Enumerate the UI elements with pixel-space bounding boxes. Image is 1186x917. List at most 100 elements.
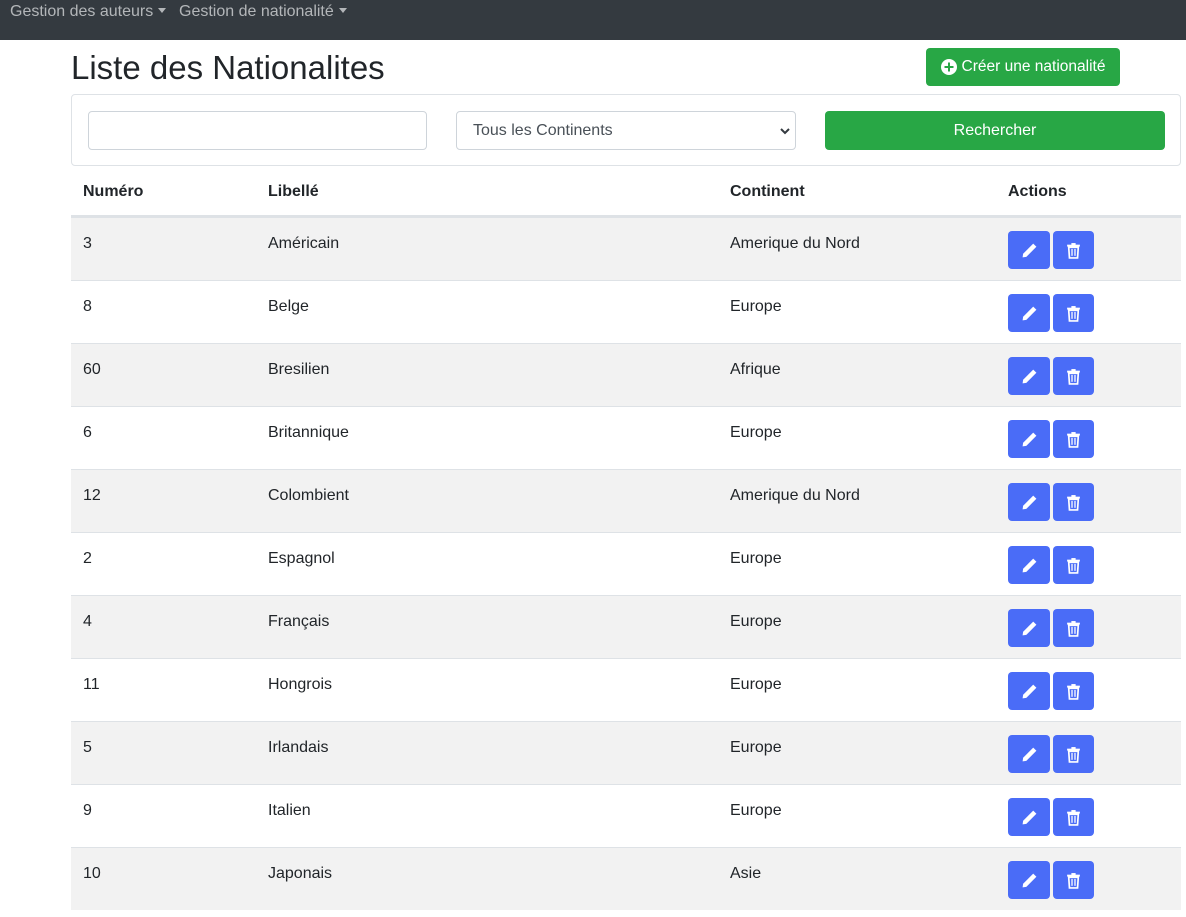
pencil-icon [1021, 746, 1038, 763]
trash-icon [1065, 746, 1082, 763]
cell-numero: 4 [83, 613, 92, 630]
pencil-icon [1021, 368, 1038, 385]
chevron-down-icon [780, 128, 790, 135]
edit-button[interactable] [1008, 357, 1050, 395]
delete-button[interactable] [1053, 483, 1094, 521]
cell-libelle: Irlandais [268, 739, 329, 756]
cell-continent: Amerique du Nord [730, 235, 860, 252]
delete-button[interactable] [1053, 546, 1094, 584]
delete-button[interactable] [1053, 672, 1094, 710]
pencil-icon [1021, 872, 1038, 889]
caret-down-icon [338, 8, 347, 13]
header-continent: Continent [730, 183, 805, 200]
nav-gestion-nationalite-label: Gestion de nationalité [179, 3, 334, 20]
search-card: Tous les Continents Rechercher [71, 94, 1181, 166]
delete-button[interactable] [1053, 294, 1094, 332]
cell-continent: Europe [730, 550, 782, 567]
delete-button[interactable] [1053, 609, 1094, 647]
trash-icon [1065, 431, 1082, 448]
trash-icon [1065, 683, 1082, 700]
cell-continent: Asie [730, 865, 762, 882]
cell-libelle: Américain [268, 235, 340, 252]
cell-libelle: Belge [268, 298, 309, 315]
edit-button[interactable] [1008, 672, 1050, 710]
cell-numero: 12 [83, 487, 101, 504]
cell-libelle: Bresilien [268, 361, 330, 378]
edit-button[interactable] [1008, 861, 1050, 899]
cell-continent: Europe [730, 676, 782, 693]
pencil-icon [1021, 305, 1038, 322]
edit-button[interactable] [1008, 420, 1050, 458]
trash-icon [1065, 368, 1082, 385]
trash-icon [1065, 557, 1082, 574]
table-row: 10 Japonais Asie [71, 847, 1181, 910]
edit-button[interactable] [1008, 483, 1050, 521]
table-row: 2 Espagnol Europe [71, 532, 1181, 595]
pencil-icon [1021, 242, 1038, 259]
cell-continent: Amerique du Nord [730, 487, 860, 504]
cell-continent: Europe [730, 613, 782, 630]
nav-gestion-auteurs-dropdown[interactable]: Gestion des auteurs [10, 3, 167, 21]
edit-button[interactable] [1008, 231, 1050, 269]
continent-select-value: Tous les Continents [473, 121, 613, 139]
top-navbar: Gestion des auteurs Gestion de nationali… [0, 0, 1186, 40]
header-libelle: Libellé [268, 183, 319, 200]
cell-continent: Europe [730, 802, 782, 819]
cell-numero: 5 [83, 739, 92, 756]
cell-numero: 8 [83, 298, 92, 315]
delete-button[interactable] [1053, 798, 1094, 836]
cell-libelle: Colombient [268, 487, 349, 504]
delete-button[interactable] [1053, 231, 1094, 269]
pencil-icon [1021, 431, 1038, 448]
search-input[interactable] [88, 111, 427, 150]
header-numero: Numéro [83, 183, 144, 200]
search-button[interactable]: Rechercher [825, 111, 1165, 150]
cell-continent: Europe [730, 298, 782, 315]
pencil-icon [1021, 809, 1038, 826]
table-row: 6 Britannique Europe [71, 406, 1181, 469]
pencil-icon [1021, 494, 1038, 511]
cell-numero: 6 [83, 424, 92, 441]
table-header-row: Numéro Libellé Continent Actions [71, 167, 1181, 217]
trash-icon [1065, 872, 1082, 889]
table-row: 8 Belge Europe [71, 280, 1181, 343]
nav-gestion-nationalite-dropdown[interactable]: Gestion de nationalité [179, 3, 347, 21]
trash-icon [1065, 620, 1082, 637]
table-row: 5 Irlandais Europe [71, 721, 1181, 784]
edit-button[interactable] [1008, 798, 1050, 836]
search-button-label: Rechercher [953, 121, 1037, 139]
table-row: 11 Hongrois Europe [71, 658, 1181, 721]
cell-libelle: Britannique [268, 424, 349, 441]
edit-button[interactable] [1008, 609, 1050, 647]
cell-libelle: Italien [268, 802, 311, 819]
table-row: 4 Français Europe [71, 595, 1181, 658]
edit-button[interactable] [1008, 294, 1050, 332]
continent-select[interactable]: Tous les Continents [456, 111, 796, 150]
table-row: 9 Italien Europe [71, 784, 1181, 847]
delete-button[interactable] [1053, 735, 1094, 773]
delete-button[interactable] [1053, 357, 1094, 395]
nav-gestion-auteurs-label: Gestion des auteurs [10, 3, 154, 20]
cell-continent: Europe [730, 424, 782, 441]
pencil-icon [1021, 620, 1038, 637]
cell-continent: Afrique [730, 361, 781, 378]
cell-libelle: Hongrois [268, 676, 333, 693]
plus-circle-icon [940, 59, 957, 75]
cell-numero: 11 [83, 676, 100, 693]
create-nationalite-button[interactable]: Créer une nationalité [926, 48, 1120, 86]
cell-numero: 2 [83, 550, 92, 567]
delete-button[interactable] [1053, 861, 1094, 899]
pencil-icon [1021, 557, 1038, 574]
table-row: 3 Américain Amerique du Nord [71, 217, 1181, 280]
page-title: Liste des Nationalites [71, 49, 385, 86]
cell-numero: 10 [83, 865, 101, 882]
cell-libelle: Japonais [268, 865, 333, 882]
header-actions: Actions [1008, 183, 1067, 200]
cell-numero: 9 [83, 802, 92, 819]
create-nationalite-label: Créer une nationalité [961, 58, 1106, 75]
cell-numero: 3 [83, 235, 92, 252]
edit-button[interactable] [1008, 735, 1050, 773]
edit-button[interactable] [1008, 546, 1050, 584]
delete-button[interactable] [1053, 420, 1094, 458]
caret-down-icon [158, 8, 167, 13]
